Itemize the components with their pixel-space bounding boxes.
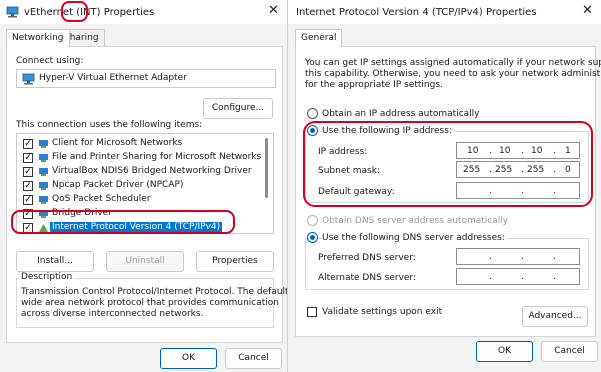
octet-dot: .	[553, 252, 556, 262]
cancel-button[interactable]: Cancel	[225, 348, 282, 369]
validate-label[interactable]: Validate settings upon exit	[322, 307, 442, 317]
advanced-button[interactable]: Advanced...	[522, 306, 588, 327]
configure-button[interactable]: Configure...	[203, 98, 273, 119]
list-item-label: File and Printer Sharing for Microsoft N…	[52, 152, 262, 162]
connect-using-label: Connect using:	[16, 56, 84, 66]
scrollbar[interactable]	[265, 138, 268, 198]
list-item-label: Npcap Packet Driver (NPCAP)	[52, 180, 184, 190]
ipv4-properties-dialog: Internet Protocol Version 4 (TCP/IPv4) P…	[287, 0, 601, 372]
network-driver-icon	[38, 167, 49, 177]
list-item-label: QoS Packet Scheduler	[52, 194, 151, 204]
cancel-button[interactable]: Cancel	[541, 341, 598, 362]
close-icon[interactable]: ✕	[582, 3, 593, 18]
network-adapter-icon	[22, 73, 35, 88]
description-line-2: wide area network protocol that provides…	[21, 298, 279, 308]
use-following-dns-label[interactable]: Use the following DNS server addresses:	[322, 233, 508, 243]
preferred-dns-label: Preferred DNS server:	[318, 253, 416, 263]
obtain-dns-auto-label: Obtain DNS server address automatically	[322, 216, 509, 226]
alternate-dns-field[interactable]: . . .	[456, 268, 580, 285]
obtain-dns-auto-radio	[307, 215, 318, 226]
install-button[interactable]: Install...	[16, 251, 94, 272]
ok-button[interactable]: OK	[476, 341, 533, 362]
title-suffix: Properties	[100, 7, 155, 18]
window-title: vEthernet (INT) Properties	[24, 7, 154, 18]
use-following-dns-radio[interactable]	[307, 232, 318, 243]
networking-panel: Connect using: Hyper-V Virtual Ethernet …	[6, 46, 287, 343]
title-highlight-circle	[61, 1, 88, 22]
description-line-1: Transmission Control Protocol/Internet P…	[21, 287, 287, 297]
network-service-icon	[38, 153, 49, 163]
list-item-label: VirtualBox NDIS6 Bridged Networking Driv…	[52, 166, 252, 176]
checkbox[interactable]: ✓	[23, 167, 33, 177]
intro-line-2: this capability. Otherwise, you need to …	[305, 69, 601, 79]
preferred-dns-field[interactable]: . . .	[456, 248, 580, 265]
description-label: Description	[19, 272, 75, 282]
list-item-label: Client for Microsoft Networks	[52, 138, 183, 148]
checkbox[interactable]: ✓	[23, 181, 33, 191]
network-driver-icon	[38, 181, 49, 191]
general-panel: You can get IP settings assigned automat…	[295, 46, 601, 337]
title-bar: Internet Protocol Version 4 (TCP/IPv4) P…	[288, 0, 601, 24]
items-label: This connection uses the following items…	[16, 120, 203, 130]
adapter-properties-dialog: vEthernet (INT) Properties ✕ Networking …	[0, 0, 287, 372]
checkbox[interactable]: ✓	[23, 139, 33, 149]
checkbox[interactable]: ✓	[23, 153, 33, 163]
obtain-ip-auto-label[interactable]: Obtain an IP address automatically	[322, 109, 480, 119]
description-line-3: across diverse interconnected networks.	[21, 309, 204, 319]
network-client-icon	[38, 139, 49, 149]
selected-item-highlight	[11, 210, 235, 234]
uninstall-button: Uninstall	[106, 251, 184, 272]
title-bar: vEthernet (INT) Properties ✕	[0, 0, 287, 24]
adapter-name: Hyper-V Virtual Ethernet Adapter	[39, 73, 187, 83]
tab-general[interactable]: General	[295, 29, 343, 47]
octet-dot: .	[489, 252, 492, 262]
window-title: Internet Protocol Version 4 (TCP/IPv4) P…	[296, 7, 537, 18]
octet-dot: .	[553, 272, 556, 282]
network-service-icon	[38, 195, 49, 205]
network-adapter-icon	[6, 6, 19, 21]
checkbox[interactable]: ✓	[23, 195, 33, 205]
intro-line-3: for the appropriate IP settings.	[305, 80, 443, 90]
adapter-box: Hyper-V Virtual Ethernet Adapter	[16, 69, 276, 88]
properties-button[interactable]: Properties	[196, 251, 274, 272]
tab-networking[interactable]: Networking	[6, 29, 70, 47]
validate-checkbox[interactable]	[307, 307, 317, 317]
octet-dot: .	[489, 272, 492, 282]
obtain-ip-auto-radio[interactable]	[307, 108, 318, 119]
alternate-dns-label: Alternate DNS server:	[318, 273, 417, 283]
octet-dot: .	[521, 252, 524, 262]
octet-dot: .	[521, 272, 524, 282]
intro-line-1: You can get IP settings assigned automat…	[305, 58, 601, 68]
ok-button[interactable]: OK	[160, 348, 217, 369]
close-icon[interactable]: ✕	[268, 3, 279, 18]
ip-settings-highlight	[303, 121, 593, 207]
